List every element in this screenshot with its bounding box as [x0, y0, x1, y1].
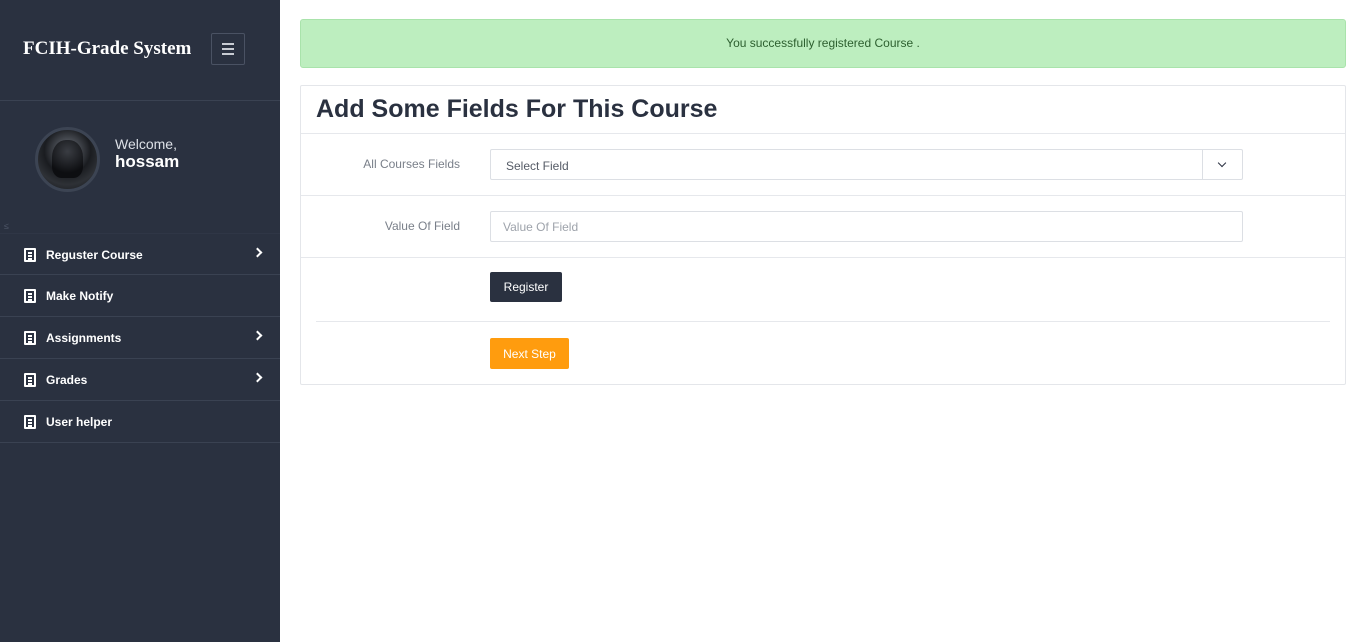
document-icon	[24, 415, 36, 429]
sidebar-item-label: User helper	[46, 415, 113, 429]
sidebar-item-make-notify[interactable]: Make Notify	[0, 275, 280, 317]
document-icon	[24, 248, 36, 262]
field-value-input[interactable]	[490, 211, 1243, 242]
chevron-right-icon	[252, 247, 263, 258]
document-icon	[24, 331, 36, 345]
sidebar: FCIH-Grade System Welcome, hossam ≤ Regu…	[0, 0, 280, 642]
brand-title: FCIH-Grade System	[23, 38, 192, 59]
course-fields-panel: Add Some Fields For This Course All Cour…	[300, 85, 1346, 385]
sidebar-item-label: Make Notify	[46, 289, 114, 303]
sidebar-item-reguster-course[interactable]: Reguster Course	[0, 233, 280, 275]
next-step-button[interactable]: Next Step	[490, 338, 569, 369]
hamburger-menu-icon[interactable]	[211, 33, 245, 65]
sidebar-nav: Reguster Course Make Notify Assignments …	[0, 233, 280, 443]
decorative-mark: ≤	[4, 221, 9, 231]
brand-bar: FCIH-Grade System	[0, 0, 280, 101]
user-profile: Welcome, hossam ≤	[0, 101, 280, 233]
form-row-course-field: All Courses Fields Select Field	[301, 134, 1345, 196]
course-field-label: All Courses Fields	[363, 157, 460, 171]
document-icon	[24, 373, 36, 387]
avatar	[35, 127, 100, 192]
chevron-right-icon	[252, 372, 263, 383]
select-value: Select Field	[506, 159, 569, 173]
success-alert: You successfully registered Course .	[300, 19, 1346, 68]
username: hossam	[115, 152, 180, 171]
register-button[interactable]: Register	[490, 272, 562, 302]
form-row-field-value: Value Of Field	[301, 196, 1345, 258]
sidebar-item-assignments[interactable]: Assignments	[0, 317, 280, 359]
sidebar-item-user-helper[interactable]: User helper	[0, 401, 280, 443]
document-icon	[24, 289, 36, 303]
main-content: You successfully registered Course . Add…	[280, 0, 1366, 642]
chevron-down-icon[interactable]	[1202, 150, 1242, 179]
sidebar-item-grades[interactable]: Grades	[0, 359, 280, 401]
sidebar-item-label: Assignments	[46, 331, 122, 345]
field-value-label: Value Of Field	[384, 219, 460, 233]
welcome-text: Welcome,	[115, 136, 177, 152]
sidebar-item-label: Reguster Course	[46, 248, 143, 262]
divider	[316, 321, 1330, 322]
sidebar-item-label: Grades	[46, 373, 88, 387]
course-field-select[interactable]: Select Field	[490, 149, 1243, 180]
page-title: Add Some Fields For This Course	[316, 95, 718, 123]
chevron-right-icon	[252, 330, 263, 341]
